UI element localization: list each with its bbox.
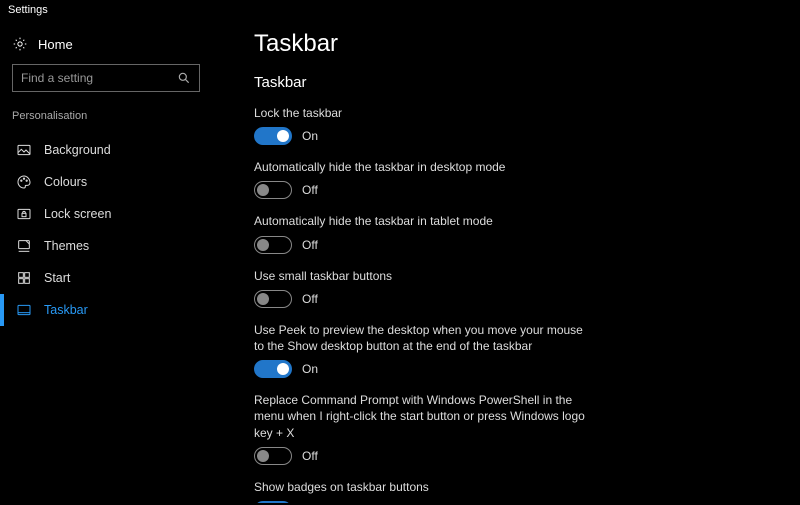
sidebar-item-taskbar[interactable]: Taskbar (12, 294, 210, 326)
setting-label: Use Peek to preview the desktop when you… (254, 322, 594, 354)
sidebar-item-label: Taskbar (44, 303, 88, 317)
toggle-badges[interactable] (254, 501, 292, 503)
palette-icon (16, 174, 32, 190)
toggle-state: Off (302, 449, 318, 463)
setting-label: Use small taskbar buttons (254, 268, 594, 284)
gear-icon (12, 36, 28, 52)
sidebar-item-label: Lock screen (44, 207, 111, 221)
setting-autohide-tablet: Automatically hide the taskbar in tablet… (254, 213, 780, 253)
group-title: Personalisation (12, 110, 210, 122)
sidebar-item-label: Themes (44, 239, 89, 253)
home-button[interactable]: Home (12, 30, 210, 64)
sidebar-item-lockscreen[interactable]: Lock screen (12, 198, 210, 230)
setting-label: Replace Command Prompt with Windows Powe… (254, 392, 594, 441)
setting-label: Automatically hide the taskbar in deskto… (254, 159, 594, 175)
toggle-state: Off (302, 238, 318, 252)
window-title: Settings (0, 0, 800, 20)
toggle-autohide-tablet[interactable] (254, 236, 292, 254)
setting-badges: Show badges on taskbar buttons On (254, 479, 780, 503)
setting-label: Show badges on taskbar buttons (254, 479, 594, 495)
sidebar-item-start[interactable]: Start (12, 262, 210, 294)
setting-label: Lock the taskbar (254, 105, 594, 121)
setting-peek: Use Peek to preview the desktop when you… (254, 322, 780, 378)
search-field[interactable] (21, 71, 171, 85)
toggle-powershell[interactable] (254, 447, 292, 465)
search-input[interactable] (12, 64, 200, 92)
sidebar-item-label: Background (44, 143, 111, 157)
home-label: Home (38, 37, 73, 52)
setting-small-buttons: Use small taskbar buttons Off (254, 268, 780, 308)
lockscreen-icon (16, 206, 32, 222)
setting-label: Automatically hide the taskbar in tablet… (254, 213, 594, 229)
setting-powershell: Replace Command Prompt with Windows Powe… (254, 392, 780, 465)
toggle-small-buttons[interactable] (254, 290, 292, 308)
toggle-state: Off (302, 183, 318, 197)
sidebar-item-themes[interactable]: Themes (12, 230, 210, 262)
search-icon (177, 71, 191, 85)
setting-lock-taskbar: Lock the taskbar On (254, 105, 780, 145)
toggle-state: On (302, 129, 318, 143)
toggle-autohide-desktop[interactable] (254, 181, 292, 199)
setting-autohide-desktop: Automatically hide the taskbar in deskto… (254, 159, 780, 199)
themes-icon (16, 238, 32, 254)
page-title: Taskbar (254, 30, 780, 58)
sidebar-item-label: Start (44, 271, 70, 285)
toggle-state: On (302, 362, 318, 376)
sidebar-item-background[interactable]: Background (12, 134, 210, 166)
toggle-lock-taskbar[interactable] (254, 127, 292, 145)
sidebar-item-colours[interactable]: Colours (12, 166, 210, 198)
start-icon (16, 270, 32, 286)
section-title: Taskbar (254, 74, 780, 91)
sidebar: Home Personalisation Background Colours … (0, 20, 210, 503)
toggle-state: Off (302, 292, 318, 306)
main-content: Taskbar Taskbar Lock the taskbar On Auto… (210, 20, 800, 503)
taskbar-icon (16, 302, 32, 318)
toggle-peek[interactable] (254, 360, 292, 378)
picture-icon (16, 142, 32, 158)
sidebar-item-label: Colours (44, 175, 87, 189)
